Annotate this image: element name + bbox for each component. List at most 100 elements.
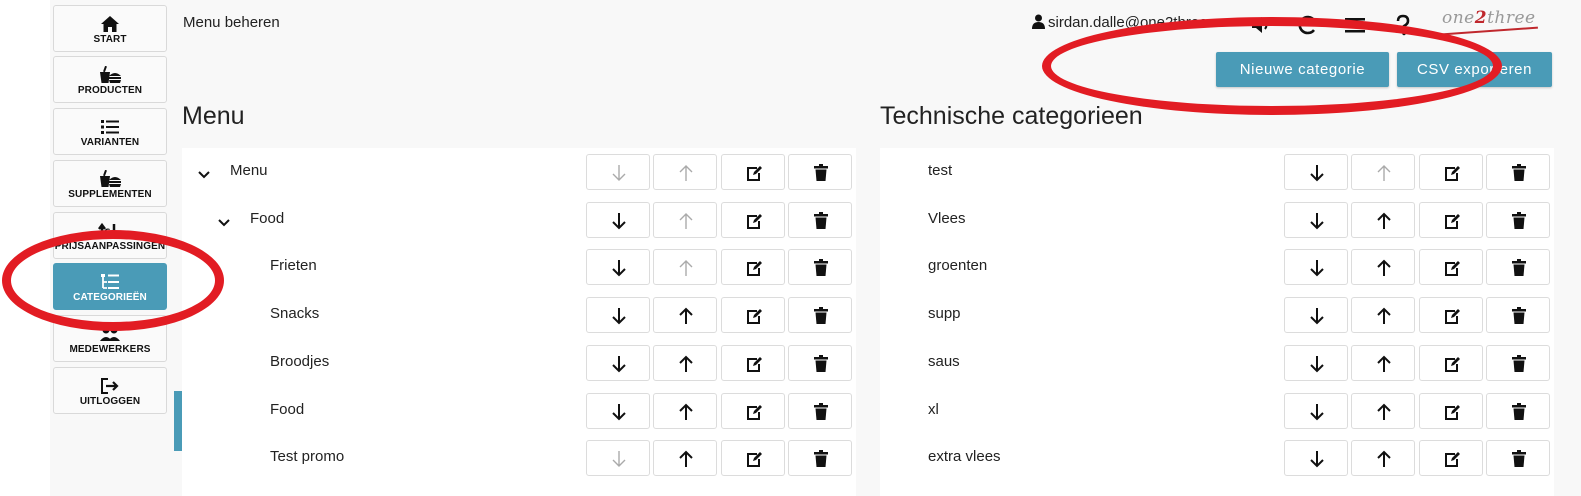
edit-button[interactable] [1418, 201, 1483, 238]
edit-button[interactable] [1418, 344, 1483, 381]
sidebar-item-label: CATEGORIEËN [73, 292, 147, 303]
delete-button[interactable] [1485, 249, 1550, 286]
move-up-button[interactable] [1351, 440, 1416, 477]
move-down-button[interactable] [586, 392, 650, 429]
delete-button[interactable] [787, 297, 852, 334]
technical-category-name: groenten [928, 257, 988, 275]
edit-button[interactable] [720, 297, 785, 334]
technical-category-row: groenten [880, 243, 1554, 290]
move-down-button[interactable] [1284, 154, 1348, 190]
technical-category-row: supp [880, 291, 1554, 338]
sidebar-item-uitloggen[interactable]: UITLOGGEN [53, 367, 167, 414]
sidebar-item-varianten[interactable]: VARIANTEN [53, 108, 167, 155]
move-up-button[interactable] [653, 249, 718, 286]
technical-section-title: Technische categorieen [880, 102, 1143, 130]
move-down-button[interactable] [586, 201, 650, 238]
delete-button[interactable] [787, 344, 852, 381]
sidebar-item-medewerkers[interactable]: MEDEWERKERS [53, 315, 167, 362]
new-category-button[interactable]: Nieuwe categorie [1216, 52, 1389, 87]
delete-button[interactable] [1485, 297, 1550, 334]
refresh-icon[interactable] [1296, 14, 1318, 36]
move-up-button[interactable] [653, 154, 718, 190]
sidebar-item-start[interactable]: START [53, 5, 167, 52]
edit-button[interactable] [720, 440, 785, 477]
menu-tree-name: Broodjes [270, 352, 330, 370]
move-up-button[interactable] [1351, 297, 1416, 334]
move-down-button[interactable] [1284, 297, 1348, 334]
move-down-button[interactable] [586, 249, 650, 286]
delete-button[interactable] [1485, 392, 1550, 429]
move-down-button[interactable] [1284, 392, 1348, 429]
menu-tree-name: Food [270, 400, 305, 418]
delete-button[interactable] [787, 201, 852, 238]
move-up-button[interactable] [653, 297, 718, 334]
edit-button[interactable] [720, 344, 785, 381]
menu-tree-name: Food [250, 209, 285, 227]
move-up-button[interactable] [653, 201, 718, 238]
user-icon [1032, 14, 1048, 31]
edit-button[interactable] [720, 249, 785, 286]
move-up-button[interactable] [1351, 392, 1416, 429]
menu-tree-row: Frieten [182, 243, 856, 290]
menu-tree-name: Test promo [270, 448, 345, 466]
speaker-icon[interactable] [1250, 14, 1272, 36]
edit-button[interactable] [1418, 249, 1483, 286]
technical-category-name: saus [928, 352, 960, 370]
move-up-button[interactable] [653, 440, 718, 477]
delete-button[interactable] [787, 392, 852, 429]
sidebar-item-label: SUPPLEMENTEN [68, 189, 152, 200]
move-up-button[interactable] [653, 344, 718, 381]
edit-button[interactable] [1418, 392, 1483, 429]
move-down-button[interactable] [1284, 249, 1348, 286]
chevron-down-icon[interactable] [197, 165, 211, 184]
sidebar-item-supplementen[interactable]: SUPPLEMENTEN [53, 160, 167, 207]
users-icon [54, 322, 166, 344]
user-menu[interactable]: sirdan.dalle@one2three [1032, 14, 1208, 31]
edit-button[interactable] [720, 154, 785, 190]
move-up-button[interactable] [1351, 249, 1416, 286]
delete-button[interactable] [1485, 344, 1550, 381]
menu-tree-name: Menu [230, 162, 268, 179]
hamburger-menu-icon[interactable] [1344, 14, 1366, 36]
technical-category-row: xl [880, 387, 1554, 434]
move-down-button[interactable] [586, 297, 650, 334]
chevron-down-icon[interactable] [217, 213, 231, 232]
delete-button[interactable] [787, 154, 852, 190]
edit-button[interactable] [720, 392, 785, 429]
delete-button[interactable] [1485, 154, 1550, 190]
delete-button[interactable] [787, 249, 852, 286]
edit-button[interactable] [1418, 154, 1483, 190]
move-down-button[interactable] [586, 440, 650, 477]
sidebar-item-label: VARIANTEN [80, 137, 140, 148]
move-down-button[interactable] [1284, 440, 1348, 477]
technical-category-name: test [928, 162, 953, 179]
edit-button[interactable] [1418, 440, 1483, 477]
move-up-button[interactable] [653, 392, 718, 429]
sidebar-item-producten[interactable]: PRODUCTEN [53, 56, 167, 103]
sidebar-item-categorieen[interactable]: CATEGORIEËN [53, 263, 167, 310]
help-icon[interactable] [1392, 14, 1414, 36]
list-icon [54, 115, 166, 137]
move-up-button[interactable] [1351, 344, 1416, 381]
technical-category-row: saus [880, 339, 1554, 386]
csv-export-button[interactable]: CSV exporteren [1397, 52, 1552, 87]
tree-list-icon [54, 270, 166, 292]
food-icon [54, 63, 166, 85]
sidebar-item-label: PRIJSAANPASSINGEN [54, 241, 166, 252]
move-down-button[interactable] [586, 154, 650, 190]
move-down-button[interactable] [1284, 344, 1348, 381]
delete-button[interactable] [1485, 440, 1550, 477]
move-up-button[interactable] [1351, 154, 1416, 190]
home-icon [54, 12, 166, 34]
technical-category-name: supp [928, 305, 961, 323]
move-up-button[interactable] [1351, 201, 1416, 238]
sidebar-item-prijsaanpassingen[interactable]: € PRIJSAANPASSINGEN [53, 212, 167, 259]
technical-categories-panel: test Vlees groenten supp saus xl extra vlees [880, 148, 1554, 496]
edit-button[interactable] [720, 201, 785, 238]
move-down-button[interactable] [586, 344, 650, 381]
edit-button[interactable] [1418, 297, 1483, 334]
delete-button[interactable] [787, 440, 852, 477]
delete-button[interactable] [1485, 201, 1550, 238]
move-down-button[interactable] [1284, 201, 1348, 238]
logout-icon [54, 374, 166, 396]
